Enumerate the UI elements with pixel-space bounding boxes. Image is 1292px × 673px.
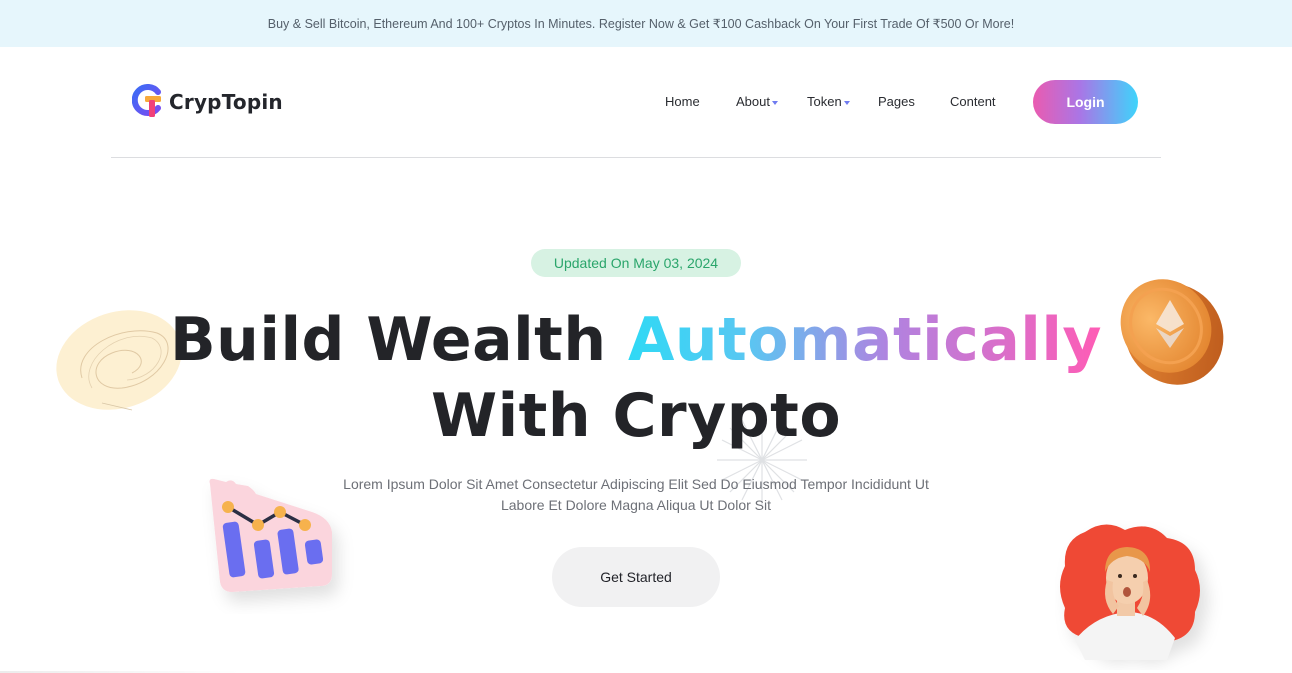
hero-title-part2: With Crypto — [430, 381, 842, 451]
chevron-down-icon — [843, 101, 850, 105]
site-header: CrypTopin Home About Token Pages Content… — [111, 47, 1161, 158]
badge-text: Updated On May 03, 2024 — [553, 255, 719, 271]
nav-about[interactable]: About — [736, 94, 778, 109]
nav-label: Token — [807, 94, 842, 109]
nav-pages[interactable]: Pages — [878, 94, 915, 109]
brand-name: CrypTopin — [169, 90, 283, 114]
nav-label: About — [736, 94, 770, 109]
hero-description-line1: Lorem Ipsum Dolor Sit Amet Consectetur A… — [343, 476, 929, 492]
brand-logo[interactable]: CrypTopin — [131, 84, 283, 120]
updated-badge: Updated On May 03, 2024 — [531, 249, 741, 277]
chevron-down-icon — [771, 101, 778, 105]
hero-title-highlight: Automatically — [627, 305, 1103, 375]
get-started-button[interactable]: Get Started — [552, 547, 720, 607]
hero-title: Build Wealth Automatically With Crypto — [0, 302, 1272, 454]
hero-title-part1: Build Wealth — [169, 305, 607, 375]
announcement-text: Buy & Sell Bitcoin, Ethereum And 100+ Cr… — [267, 17, 1015, 31]
nav-label: Content — [950, 94, 996, 109]
hero-description: Lorem Ipsum Dolor Sit Amet Consectetur A… — [316, 474, 956, 516]
hero-description-line2: Labore Et Dolore Magna Aliqua Ut Dolor S… — [500, 497, 772, 513]
login-button[interactable]: Login — [1033, 80, 1138, 124]
nav-label: Home — [665, 94, 700, 109]
nav-token[interactable]: Token — [807, 94, 850, 109]
nav-content[interactable]: Content — [950, 94, 996, 109]
nav-label: Pages — [878, 94, 915, 109]
logo-icon — [131, 84, 164, 120]
hero-title-line1: Build Wealth Automatically — [0, 302, 1272, 378]
hero-title-line2: With Crypto — [0, 378, 1272, 454]
nav-home[interactable]: Home — [665, 94, 700, 109]
person-sticker-icon — [1055, 520, 1225, 673]
announcement-bar: Buy & Sell Bitcoin, Ethereum And 100+ Cr… — [0, 0, 1292, 47]
